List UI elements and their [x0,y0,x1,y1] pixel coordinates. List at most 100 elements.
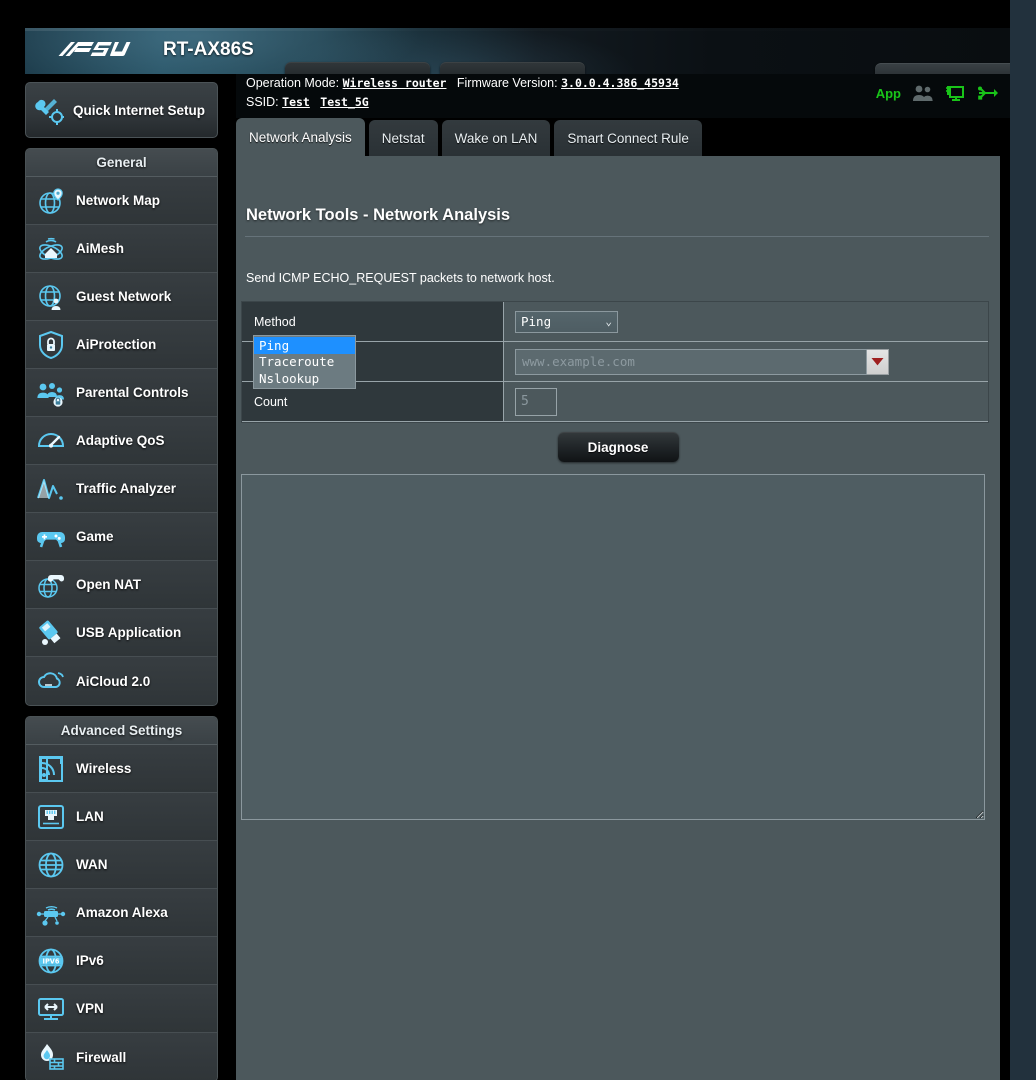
sidebar-item-wan[interactable]: WAN [26,841,217,889]
sidebar-item-wireless[interactable]: Wireless [26,745,217,793]
sidebar-item-aiprotection[interactable]: AiProtection [26,321,217,369]
diagnose-button[interactable]: Diagnose [558,432,679,462]
ssid-5g-value[interactable]: Test_5G [320,95,368,109]
title-divider [245,236,989,237]
status-info-strip: Operation Mode: Wireless router Firmware… [236,74,1010,118]
sidebar-item-vpn[interactable]: VPN [26,985,217,1033]
sidebar-item-open-nat[interactable]: Open NAT [26,561,217,609]
reboot-button[interactable]: Reboot [440,62,585,74]
gamepad-icon [36,522,66,552]
sidebar-group-general: General Network Map [25,148,218,706]
sidebar-item-adaptive-qos[interactable]: Adaptive QoS [26,417,217,465]
sidebar-item-aimesh[interactable]: AiMesh [26,225,217,273]
target-field [504,342,988,381]
firewall-flame-icon [36,1042,66,1072]
tab-smart-connect-rule[interactable]: Smart Connect Rule [554,120,702,156]
method-option-traceroute[interactable]: Traceroute [254,354,355,371]
sidebar-item-usb-application[interactable]: USB Application [26,609,217,657]
sidebar-item-label: LAN [76,809,104,824]
usb-icon[interactable] [976,84,998,102]
lan-port-icon [36,802,66,832]
shield-lock-icon [36,330,66,360]
sidebar-item-traffic-analyzer[interactable]: Traffic Analyzer [26,465,217,513]
parental-controls-icon [36,378,66,408]
sidebar-item-label: VPN [76,1001,104,1016]
method-select-dropdown[interactable]: Ping Traceroute Nslookup [253,335,356,389]
sidebar-item-label: IPv6 [76,953,104,968]
monitor-icon[interactable] [945,84,965,102]
quick-internet-setup-label: Quick Internet Setup [73,102,205,119]
tab-network-analysis[interactable]: Network Analysis [236,118,365,156]
sidebar-item-game[interactable]: Game [26,513,217,561]
target-input-wrap [515,349,889,375]
sidebar-group-general-title: General [26,149,217,177]
sidebar-item-firewall[interactable]: Firewall [26,1033,217,1080]
chevron-down-icon: ⌄ [605,315,612,328]
sidebar-group-advanced-title: Advanced Settings [26,717,217,745]
ssid-2g-value[interactable]: Test [282,95,310,109]
wireless-icon [36,754,66,784]
target-datalist-button[interactable] [867,349,889,375]
sidebar-item-label: Wireless [76,761,131,776]
sidebar-item-label: Guest Network [76,289,171,304]
method-select-value: Ping [521,314,551,329]
dropdown-triangle-icon [871,357,884,366]
sidebar-item-amazon-alexa[interactable]: Amazon Alexa [26,889,217,937]
main-content: Network Analysis Netstat Wake on LAN Sma… [236,118,1010,1080]
method-select[interactable]: Ping ⌄ [515,311,618,333]
gauge-icon [36,426,66,456]
method-option-nslookup[interactable]: Nslookup [254,370,355,387]
logout-button[interactable]: Logout [285,62,430,74]
content-panel: Network Tools - Network Analysis Send IC… [236,156,1000,1080]
page-description: Send ICMP ECHO_REQUEST packets to networ… [246,271,555,285]
count-field [504,382,988,421]
app-link[interactable]: App [876,86,901,101]
svg-text:IPV6: IPV6 [43,957,60,965]
open-nat-icon [36,570,66,600]
network-map-icon [36,186,66,216]
sidebar-item-label: Network Map [76,193,160,208]
operation-mode-line: Operation Mode: Wireless router Firmware… [246,76,679,90]
sidebar-item-aicloud[interactable]: AiCloud 2.0 [26,657,217,705]
globe-icon [36,850,66,880]
asus-logo-mark [56,39,136,59]
top-header-bar: RT-AX86S Logout Reboot English ▼ [25,28,1010,74]
tab-bar: Network Analysis Netstat Wake on LAN Sma… [236,118,706,156]
sidebar-item-label: Game [76,529,114,544]
operation-mode-value[interactable]: Wireless router [343,76,447,90]
language-selector[interactable]: English ▼ [875,63,1010,74]
page-title: Network Tools - Network Analysis [246,206,510,225]
quick-setup-icon [34,95,64,125]
sidebar-item-ipv6[interactable]: IPV6 IPv6 [26,937,217,985]
sidebar-item-label: AiCloud 2.0 [76,674,150,689]
sidebar-item-label: Open NAT [76,577,141,592]
firmware-value[interactable]: 3.0.0.4.386_45934 [561,76,679,90]
vpn-monitor-icon [36,994,66,1024]
sidebar-item-lan[interactable]: LAN [26,793,217,841]
sidebar-group-advanced-settings: Advanced Settings Wireless [25,716,218,1080]
traffic-analyzer-icon [36,474,66,504]
count-input[interactable] [515,388,557,416]
quick-internet-setup-button[interactable]: Quick Internet Setup [25,82,218,138]
usb-application-icon [36,618,66,648]
diagnose-output-textarea[interactable] [241,474,985,820]
sidebar-item-guest-network[interactable]: Guest Network [26,273,217,321]
tab-wake-on-lan[interactable]: Wake on LAN [442,120,551,156]
method-option-ping[interactable]: Ping [254,337,355,354]
sidebar-item-label: Firewall [76,1050,126,1065]
diagnose-button-wrap: Diagnose [236,432,1000,462]
sidebar-item-label: AiProtection [76,337,156,352]
operation-mode-label: Operation Mode: [246,76,339,90]
aimesh-icon [36,234,66,264]
users-icon[interactable] [912,84,934,102]
target-input[interactable] [515,349,867,375]
sidebar-item-label: Adaptive QoS [76,433,165,448]
ipv6-globe-icon: IPV6 [36,946,66,976]
left-sidebar: Quick Internet Setup General Network Map [25,82,229,1080]
asus-logo[interactable] [56,39,137,64]
sidebar-item-network-map[interactable]: Network Map [26,177,217,225]
sidebar-item-parental-controls[interactable]: Parental Controls [26,369,217,417]
header-icon-tray: App [876,84,998,102]
sidebar-item-label: Parental Controls [76,385,189,400]
tab-netstat[interactable]: Netstat [369,120,438,156]
